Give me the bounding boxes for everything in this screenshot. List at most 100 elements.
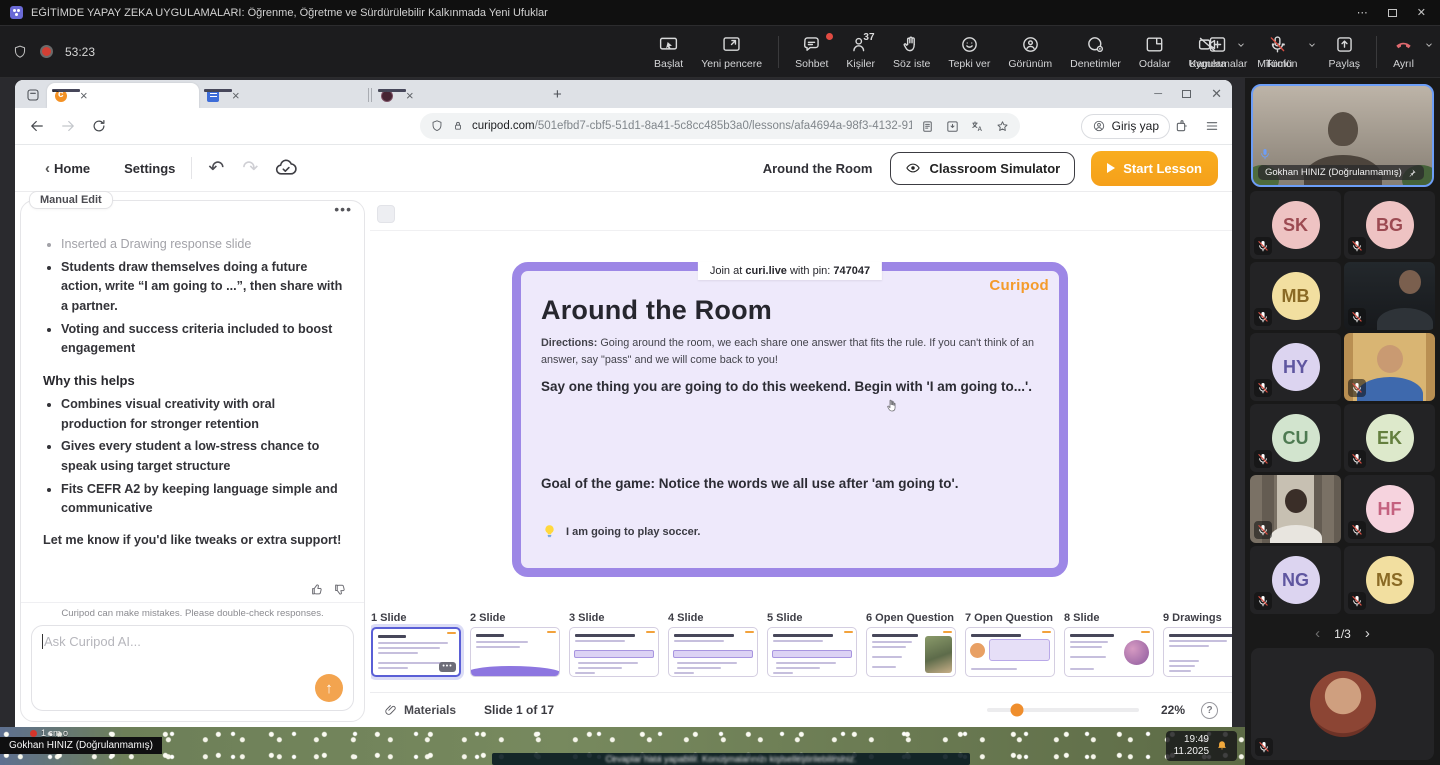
slide-thumbnail[interactable]	[1163, 627, 1232, 677]
participant-avatar-tile[interactable]: EK	[1344, 404, 1435, 472]
speaker-video-tile[interactable]: Gokhan HINIZ (Doğrulanmamış)	[1251, 84, 1434, 187]
chevron-down-icon[interactable]	[1307, 40, 1317, 50]
site-shield-icon[interactable]	[430, 119, 444, 133]
settings-button[interactable]: Settings	[124, 161, 175, 176]
tab-search-icon[interactable]	[25, 87, 41, 103]
strip-collapse-chevron-icon[interactable]	[787, 592, 802, 607]
slide-goal[interactable]: Goal of the game: Notice the words we al…	[541, 476, 1046, 491]
tab-close-icon[interactable]: ×	[80, 89, 88, 102]
slide-strip-item[interactable]: 8 Slide	[1064, 612, 1154, 684]
slide-strip-item[interactable]: 1 Slide•••	[371, 612, 461, 684]
help-button[interactable]: ?	[1201, 702, 1218, 719]
redo-icon[interactable]: ↷	[242, 157, 258, 180]
ask-curipod-input[interactable]: Ask Curipod AI... ↑	[31, 625, 354, 711]
translate-icon[interactable]: A	[970, 119, 985, 134]
browser-tab[interactable]: Designer | Around the Room×	[47, 83, 199, 108]
browser-maximize-icon[interactable]	[1182, 90, 1191, 98]
undo-icon[interactable]: ↶	[208, 157, 224, 180]
slide-thumbnail[interactable]: •••	[371, 627, 461, 677]
slide-example[interactable]: I am going to play soccer.	[541, 523, 700, 540]
slide-strip-item[interactable]: 3 Slide	[569, 612, 659, 684]
chevron-down-icon[interactable]	[1424, 40, 1434, 50]
lock-icon[interactable]	[451, 119, 465, 133]
recording-indicator-icon[interactable]	[40, 45, 53, 58]
tabstrip-chevron-icon[interactable]	[1122, 88, 1134, 100]
new-tab-button[interactable]: +	[553, 86, 562, 103]
toolbar-leave[interactable]: Ayrıl	[1384, 34, 1423, 70]
toolbar-host-tools[interactable]: Denetimler	[1061, 26, 1130, 77]
browser-minimize-icon[interactable]: ─	[1154, 88, 1162, 100]
reader-mode-icon[interactable]	[920, 119, 935, 134]
toolbar-participants[interactable]: 37Kişiler	[837, 26, 884, 77]
browser-menu-icon[interactable]	[1204, 118, 1220, 134]
browser-close-icon[interactable]: ✕	[1211, 86, 1222, 102]
participant-avatar-tile[interactable]: SK	[1250, 191, 1341, 259]
participant-avatar-tile[interactable]: MS	[1344, 546, 1435, 614]
slide-strip-item[interactable]: 6 Open Question	[866, 612, 956, 684]
tab-close-icon[interactable]: ×	[406, 89, 414, 102]
toolbar-mic-off[interactable]: Mikrofon	[1248, 34, 1306, 70]
toolbar-screen-share[interactable]: Başlat	[645, 26, 692, 77]
tab-close-icon[interactable]: ×	[232, 89, 240, 102]
toolbar-raise-hand[interactable]: Söz iste	[884, 26, 939, 77]
thumbs-down-icon[interactable]	[333, 582, 348, 597]
titlebar-close-icon[interactable]: ✕	[1417, 6, 1426, 19]
participant-video-tile[interactable]	[1344, 262, 1435, 330]
pager-next-icon[interactable]: ›	[1365, 625, 1370, 642]
refresh-icon[interactable]	[90, 117, 108, 135]
browser-tab[interactable]: Giriş Seviyesi Klavuz - Google D×	[199, 83, 367, 108]
canvas-tool-square[interactable]	[377, 205, 395, 223]
participant-avatar-tile[interactable]: HF	[1344, 475, 1435, 543]
materials-button[interactable]: Materials	[384, 703, 456, 717]
slide-strip-item[interactable]: 7 Open Question	[965, 612, 1055, 684]
slide-thumbnail[interactable]	[668, 627, 758, 677]
participant-video-tile[interactable]	[1250, 475, 1341, 543]
participant-video-tile[interactable]	[1344, 333, 1435, 401]
pin-icon[interactable]	[1407, 168, 1417, 178]
participant-avatar-tile[interactable]: NG	[1250, 546, 1341, 614]
slide-canvas[interactable]: Join at curi.live with pin: 747047 Curip…	[512, 262, 1068, 577]
thumbs-up-icon[interactable]	[310, 582, 325, 597]
slide-thumbnail[interactable]	[470, 627, 560, 677]
toolbar-new-window[interactable]: Yeni pencere	[692, 26, 771, 77]
slide-strip-item[interactable]: 5 Slide	[767, 612, 857, 684]
security-shield-icon[interactable]	[12, 44, 28, 60]
toolbar-reactions[interactable]: Tepki ver	[939, 26, 999, 77]
zoom-slider[interactable]	[987, 708, 1139, 712]
browser-tab[interactable]: FLAI MOOC: Foreign Language×	[373, 83, 541, 108]
slide-strip-item[interactable]: 2 Slide	[470, 612, 560, 684]
bottom-video-tile[interactable]	[1251, 648, 1434, 760]
slide-directions[interactable]: Directions: Going around the room, we ea…	[541, 335, 1046, 368]
slide-thumbnail[interactable]	[1064, 627, 1154, 677]
participant-avatar-tile[interactable]: HY	[1250, 333, 1341, 401]
assistant-menu-icon[interactable]: •••	[334, 201, 352, 217]
participant-avatar-tile[interactable]: BG	[1344, 191, 1435, 259]
slide-thumbnail[interactable]	[767, 627, 857, 677]
chevron-down-icon[interactable]	[1236, 40, 1246, 50]
titlebar-more-icon[interactable]: ⋯	[1357, 6, 1368, 19]
taskbar-clock[interactable]: 19:4911.2025	[1166, 731, 1237, 761]
toolbar-view[interactable]: Görünüm	[999, 26, 1061, 77]
participant-avatar-tile[interactable]: MB	[1250, 262, 1341, 330]
browser-signin-button[interactable]: Giriş yap	[1081, 114, 1170, 139]
toolbar-camera-off[interactable]: Kamera	[1180, 34, 1235, 70]
bookmark-star-icon[interactable]	[995, 119, 1010, 134]
slide-strip-item[interactable]: 9 Drawings	[1163, 612, 1232, 684]
back-icon[interactable]	[28, 117, 46, 135]
pager-prev-icon[interactable]: ‹	[1315, 625, 1320, 642]
zoom-slider-knob[interactable]	[1011, 704, 1024, 717]
send-button[interactable]: ↑	[315, 674, 343, 702]
install-app-icon[interactable]	[945, 119, 960, 134]
slide-thumbnail[interactable]	[866, 627, 956, 677]
toolbar-chat[interactable]: Sohbet	[786, 26, 837, 77]
participant-avatar-tile[interactable]: CU	[1250, 404, 1341, 472]
slide-thumbnail[interactable]	[569, 627, 659, 677]
forward-icon[interactable]	[59, 117, 77, 135]
toolbar-share-screen[interactable]: Paylaş	[1319, 34, 1369, 70]
slide-thumbnail[interactable]	[965, 627, 1055, 677]
slide-title[interactable]: Around the Room	[541, 295, 772, 326]
start-lesson-button[interactable]: Start Lesson	[1091, 151, 1218, 186]
classroom-simulator-button[interactable]: Classroom Simulator	[890, 152, 1075, 185]
extensions-icon[interactable]	[1174, 118, 1190, 134]
address-bar[interactable]: curipod.com/501efbd7-cbf5-51d1-8a41-5c8c…	[420, 113, 1020, 139]
